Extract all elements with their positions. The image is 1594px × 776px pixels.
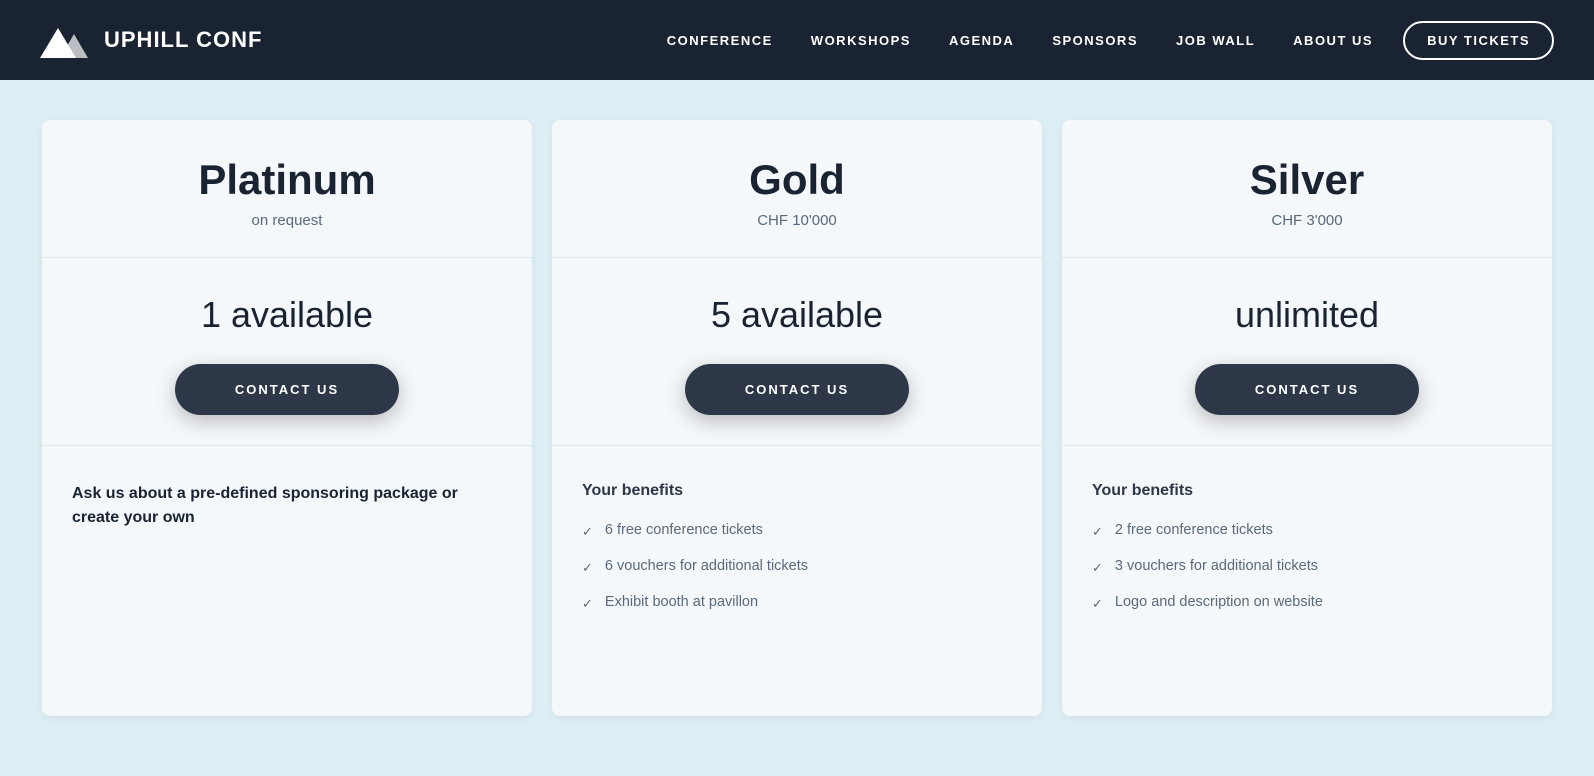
nav-agenda[interactable]: AGENDA bbox=[949, 33, 1014, 48]
platinum-price: on request bbox=[72, 212, 502, 229]
platinum-custom-text: Ask us about a pre-defined sponsoring pa… bbox=[72, 482, 502, 530]
nav-aboutus[interactable]: ABOUT US bbox=[1293, 33, 1373, 48]
nav-workshops[interactable]: WORKSHOPS bbox=[811, 33, 911, 48]
gold-benefit-3: Exhibit booth at pavillon bbox=[605, 594, 758, 610]
silver-header: Silver CHF 3'000 bbox=[1062, 120, 1552, 258]
nav-conference[interactable]: CONFERENCE bbox=[667, 33, 773, 48]
list-item: ✓ Logo and description on website bbox=[1092, 594, 1522, 612]
gold-price: CHF 10'000 bbox=[582, 212, 1012, 229]
buy-tickets-button[interactable]: BUY TICKETS bbox=[1403, 21, 1554, 60]
list-item: ✓ 2 free conference tickets bbox=[1092, 522, 1522, 540]
silver-benefit-3: Logo and description on website bbox=[1115, 594, 1323, 610]
silver-benefit-1: 2 free conference tickets bbox=[1115, 522, 1273, 538]
silver-body: Your benefits ✓ 2 free conference ticket… bbox=[1062, 446, 1552, 716]
gold-benefits-title: Your benefits bbox=[582, 482, 1012, 500]
gold-contact-button[interactable]: CONTACT US bbox=[685, 364, 909, 415]
silver-price: CHF 3'000 bbox=[1092, 212, 1522, 229]
gold-body: Your benefits ✓ 6 free conference ticket… bbox=[552, 446, 1042, 716]
silver-benefit-2: 3 vouchers for additional tickets bbox=[1115, 558, 1318, 574]
platinum-body: Ask us about a pre-defined sponsoring pa… bbox=[42, 446, 532, 716]
check-icon: ✓ bbox=[1092, 524, 1103, 540]
platinum-contact-button[interactable]: CONTACT US bbox=[175, 364, 399, 415]
silver-benefits-list: ✓ 2 free conference tickets ✓ 3 vouchers… bbox=[1092, 522, 1522, 612]
silver-availability-section: unlimited CONTACT US bbox=[1062, 258, 1552, 446]
gold-header: Gold CHF 10'000 bbox=[552, 120, 1042, 258]
check-icon: ✓ bbox=[582, 596, 593, 612]
pricing-section: Platinum on request 1 available CONTACT … bbox=[0, 80, 1594, 776]
platinum-tier-name: Platinum bbox=[72, 156, 502, 204]
platinum-header: Platinum on request bbox=[42, 120, 532, 258]
check-icon: ✓ bbox=[1092, 596, 1103, 612]
logo-icon bbox=[40, 20, 92, 60]
list-item: ✓ 6 free conference tickets bbox=[582, 522, 1012, 540]
silver-contact-button[interactable]: CONTACT US bbox=[1195, 364, 1419, 415]
platinum-availability-section: 1 available CONTACT US bbox=[42, 258, 532, 446]
gold-card: Gold CHF 10'000 5 available CONTACT US Y… bbox=[552, 120, 1042, 716]
check-icon: ✓ bbox=[1092, 560, 1103, 576]
gold-benefit-1: 6 free conference tickets bbox=[605, 522, 763, 538]
list-item: ✓ Exhibit booth at pavillon bbox=[582, 594, 1012, 612]
gold-availability: 5 available bbox=[582, 294, 1012, 336]
gold-benefit-2: 6 vouchers for additional tickets bbox=[605, 558, 808, 574]
silver-tier-name: Silver bbox=[1092, 156, 1522, 204]
list-item: ✓ 6 vouchers for additional tickets bbox=[582, 558, 1012, 576]
main-nav: CONFERENCE WORKSHOPS AGENDA SPONSORS JOB… bbox=[667, 33, 1373, 48]
navbar: UPHILL CONF CONFERENCE WORKSHOPS AGENDA … bbox=[0, 0, 1594, 80]
silver-benefits-title: Your benefits bbox=[1092, 482, 1522, 500]
gold-availability-section: 5 available CONTACT US bbox=[552, 258, 1042, 446]
check-icon: ✓ bbox=[582, 560, 593, 576]
logo-link[interactable]: UPHILL CONF bbox=[40, 20, 262, 60]
gold-benefits-list: ✓ 6 free conference tickets ✓ 6 vouchers… bbox=[582, 522, 1012, 612]
platinum-card: Platinum on request 1 available CONTACT … bbox=[42, 120, 532, 716]
list-item: ✓ 3 vouchers for additional tickets bbox=[1092, 558, 1522, 576]
silver-availability: unlimited bbox=[1092, 294, 1522, 336]
check-icon: ✓ bbox=[582, 524, 593, 540]
platinum-availability: 1 available bbox=[72, 294, 502, 336]
gold-tier-name: Gold bbox=[582, 156, 1012, 204]
logo-text: UPHILL CONF bbox=[104, 27, 262, 53]
nav-sponsors[interactable]: SPONSORS bbox=[1052, 33, 1138, 48]
nav-jobwall[interactable]: JOB WALL bbox=[1176, 33, 1255, 48]
silver-card: Silver CHF 3'000 unlimited CONTACT US Yo… bbox=[1062, 120, 1552, 716]
